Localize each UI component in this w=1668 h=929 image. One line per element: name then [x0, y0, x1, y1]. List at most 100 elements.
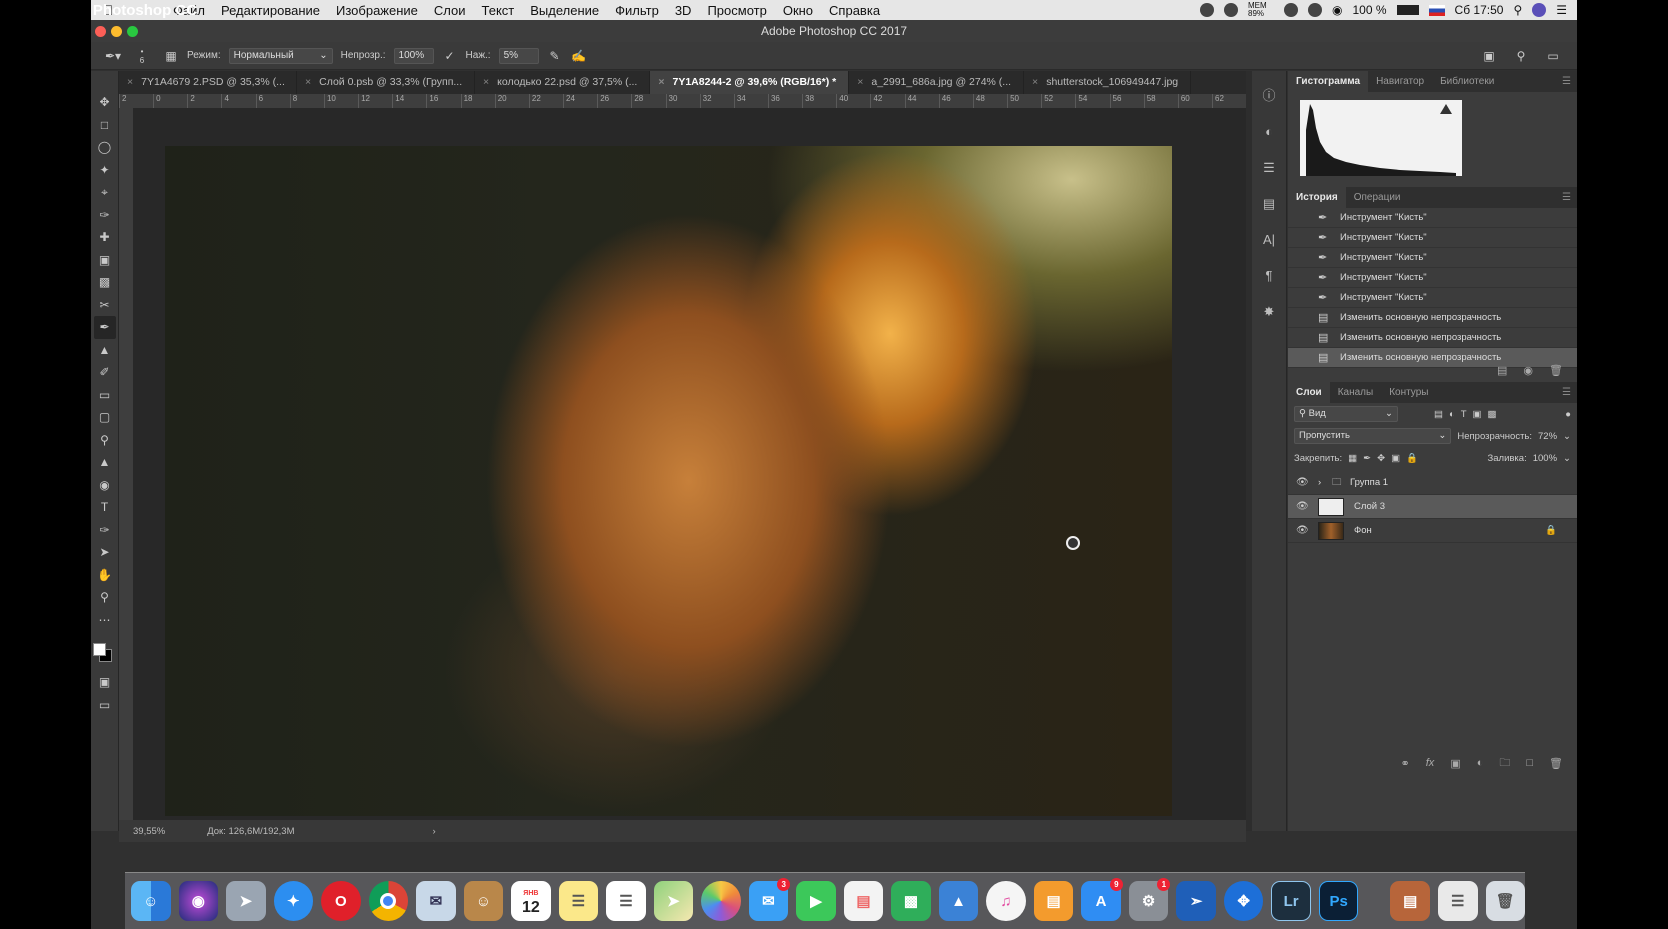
workspace-switcher-icon[interactable]: ▭ [1545, 49, 1561, 63]
tab-paths[interactable]: Контуры [1381, 382, 1436, 403]
3d-tool-icon[interactable]: ◉ [94, 474, 116, 497]
photoshop-icon[interactable]: Ps [1318, 881, 1359, 921]
lock-all-icon[interactable]: 🔒 [1406, 453, 1418, 464]
notification-center-icon[interactable]: ☰ [1556, 3, 1567, 17]
layer-blend-mode-select[interactable]: Пропустить ⌄ [1294, 428, 1452, 444]
blend-mode-select[interactable]: Нормальный ⌄ [228, 47, 333, 64]
siri-icon[interactable] [1532, 3, 1547, 17]
menu-image[interactable]: Изображение [328, 3, 426, 18]
document-tab[interactable]: × Слой 0.psb @ 33,3% (Групп... [297, 71, 475, 94]
memory-indicator[interactable]: МЕМ 89% [1248, 2, 1274, 18]
paragraph-icon[interactable]: ¶ [1258, 265, 1280, 287]
brush-tool-icon[interactable]: ✒ [93, 316, 116, 339]
menu-text[interactable]: Текст [474, 3, 523, 18]
add-mask-icon[interactable]: ▣ [1450, 757, 1460, 770]
character-icon[interactable]: A| [1258, 229, 1280, 251]
eraser-tool-icon[interactable]: ▭ [94, 384, 116, 407]
link-layers-icon[interactable]: ⚭ [1401, 757, 1410, 770]
panel-menu-icon[interactable]: ☰ [1554, 71, 1577, 92]
vertical-ruler[interactable] [119, 108, 133, 820]
keynote-icon[interactable]: ▲ [938, 881, 979, 921]
move-tool-icon[interactable]: ✥ [94, 91, 116, 114]
layer-filter-select[interactable]: ⚲ Вид ⌄ [1294, 406, 1398, 422]
brush-settings-icon[interactable]: ✸ [1258, 301, 1280, 323]
history-item[interactable]: ✒ Инструмент "Кисть" [1288, 248, 1577, 268]
history-item[interactable]: ✒ Инструмент "Кисть" [1288, 208, 1577, 228]
document-tab[interactable]: × a_2991_686a.jpg @ 274% (... [849, 71, 1025, 94]
flow-input[interactable]: 5% [498, 47, 539, 64]
menu-window[interactable]: Окно [775, 3, 821, 18]
new-layer-icon[interactable]: □ [1526, 757, 1533, 769]
facetime-icon[interactable]: ▶ [796, 881, 836, 921]
cassette-app-icon[interactable]: ▤ [1390, 881, 1430, 921]
filter-smart-object-icon[interactable]: ▩ [1488, 409, 1497, 420]
snapshot-camera-icon[interactable]: ◉ [1523, 364, 1533, 377]
tab-actions[interactable]: Операции [1346, 187, 1409, 208]
feather-app-icon[interactable]: ➣ [1176, 881, 1216, 921]
history-item[interactable]: ▤ Изменить основную непрозрачность [1288, 328, 1577, 348]
battery-label[interactable]: 100 % [1353, 3, 1387, 17]
menu-select[interactable]: Выделение [522, 3, 607, 18]
eyedropper-tool-icon[interactable]: ✑ [94, 204, 116, 227]
keynote-slides-icon[interactable]: ▤ [843, 881, 884, 921]
visibility-eye-icon[interactable]: 👁 [1296, 477, 1310, 488]
opera-icon[interactable]: O [321, 881, 361, 921]
quick-select-tool-icon[interactable]: ✦ [94, 159, 116, 182]
document-tab[interactable]: × shutterstock_106949447.jpg [1024, 71, 1192, 94]
lock-position-icon[interactable]: ✥ [1377, 453, 1385, 464]
opacity-input[interactable]: 100% [393, 47, 434, 64]
close-tab-icon[interactable]: × [483, 76, 489, 88]
hand-tool-icon[interactable]: ✋ [94, 564, 116, 587]
photos-icon[interactable] [701, 881, 741, 921]
lock-artboard-icon[interactable]: ▣ [1391, 453, 1400, 464]
menu-layers[interactable]: Слои [426, 3, 474, 18]
tab-libraries[interactable]: Библиотеки [1432, 71, 1502, 92]
minimize-window-button[interactable] [111, 26, 122, 37]
scissors-tool-icon[interactable]: ✂ [94, 294, 116, 317]
record-icon[interactable] [1200, 3, 1215, 17]
close-tab-icon[interactable]: × [1032, 76, 1038, 88]
properties-icon[interactable]: ▤ [1258, 193, 1280, 215]
stamp-tool-icon[interactable]: ▩ [94, 271, 116, 294]
expand-group-chevron-icon[interactable]: › [1318, 477, 1332, 488]
history-item[interactable]: ▤ Изменить основную непрозрачность [1288, 308, 1577, 328]
brush-preset-icon[interactable]: ✒▾ [105, 49, 121, 63]
cloud-icon[interactable] [1224, 3, 1239, 17]
color-icon[interactable]: ◐ [1258, 121, 1280, 143]
menu-edit[interactable]: Редактирование [213, 3, 328, 18]
filter-adjustment-icon[interactable]: ◐ [1449, 409, 1455, 420]
fill-value[interactable]: 100% [1533, 453, 1557, 464]
maps-icon[interactable]: ➤ [653, 881, 694, 921]
spotlight-icon[interactable]: ⚲ [1513, 3, 1522, 17]
foreground-color-swatch[interactable] [92, 643, 106, 656]
document-image[interactable] [165, 146, 1172, 816]
lock-pixels-icon[interactable]: ✒ [1363, 453, 1371, 464]
adjustments-icon[interactable]: ☰ [1258, 157, 1280, 179]
menu-3d[interactable]: 3D [667, 3, 700, 18]
tab-histogram[interactable]: Гистограмма [1288, 71, 1369, 92]
messages-icon[interactable]: ✉ 3 [748, 878, 791, 921]
finder-icon[interactable]: ☺ [131, 881, 171, 921]
pen-tool-icon[interactable]: ✑ [94, 519, 116, 542]
lightroom-icon[interactable]: Lr [1271, 881, 1311, 921]
reminders-icon[interactable]: ☰ [606, 881, 646, 921]
history-brush-tool-icon[interactable]: ✐ [94, 361, 116, 384]
visibility-eye-icon[interactable]: 👁 [1296, 501, 1310, 512]
history-item[interactable]: ✒ Инструмент "Кисть" [1288, 268, 1577, 288]
new-group-icon[interactable]: 🗀 [1499, 754, 1510, 773]
crop-tool-icon[interactable]: ⌖ [94, 181, 116, 204]
zoom-level[interactable]: 39,55% [133, 826, 165, 837]
tab-navigator[interactable]: Навигатор [1368, 71, 1432, 92]
airbrush-icon[interactable]: ✎ [547, 49, 563, 63]
visibility-eye-icon[interactable]: 👁 [1296, 525, 1310, 536]
chrome-icon[interactable] [368, 881, 409, 921]
more-tools-icon[interactable]: ⋯ [94, 609, 116, 632]
launchpad-icon[interactable]: ➤ [226, 881, 266, 921]
adjustment-layer-icon[interactable]: ◐ [1477, 757, 1484, 769]
filter-pixel-icon[interactable]: ▤ [1434, 409, 1443, 420]
time-machine-icon[interactable] [1308, 3, 1323, 17]
menubar-clock[interactable]: Сб 17:50 [1455, 3, 1504, 17]
pressure-size-icon[interactable]: ✍ [571, 49, 587, 63]
history-item[interactable]: ✒ Инструмент "Кисть" [1288, 288, 1577, 308]
input-source-flag-icon[interactable] [1428, 4, 1445, 16]
